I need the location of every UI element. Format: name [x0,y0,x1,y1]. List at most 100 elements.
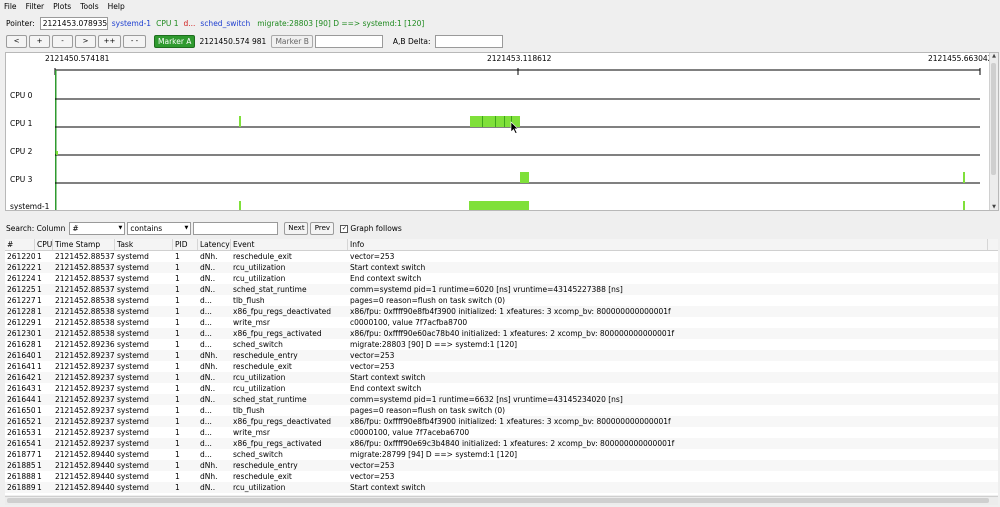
cpu2-activity [56,151,58,155]
cell-pid: 1 [175,461,180,470]
cell-pid: 1 [175,395,180,404]
table-row[interactable]: 261644 1 2121452.892371 systemd 1 dN.. sched_s… [5,394,998,405]
col-header-info[interactable]: Info [348,239,988,250]
cell-latency: d... [200,417,212,426]
col-header-index[interactable]: # [5,239,35,250]
cell-pid: 1 [175,406,180,415]
scroll-right-button[interactable]: > [75,35,96,48]
table-row[interactable]: 261641 1 2121452.892370 systemd 1 dNh. resched… [5,361,998,372]
table-row[interactable]: 261224 1 2121452.885379 systemd 1 dN.. rcu_uti… [5,273,998,284]
row-label-cpu2: CPU 2 [10,147,33,156]
zoom-in-button[interactable]: + [29,35,50,48]
cell-latency: d... [200,340,212,349]
cell-info: Start context switch [350,483,426,492]
cell-timestamp: 2121452.892370 [55,373,115,382]
cell-task: systemd [117,439,149,448]
graph-vertical-scrollbar[interactable]: ▲ ▼ [989,53,998,210]
table-row[interactable]: 261889 1 2121452.894404 systemd 1 dN.. rcu_uti… [5,482,998,493]
cell-timestamp: 2121452.892370 [55,362,115,371]
zoom-max-button[interactable]: ++ [98,35,121,48]
menu-tools[interactable]: Tools [80,2,98,11]
cell-timestamp: 2121452.892371 [55,384,115,393]
graph-follows-checkbox[interactable]: ✓ [340,224,349,233]
col-header-event[interactable]: Event [231,239,348,250]
cell-task: systemd [117,461,149,470]
table-row[interactable]: 261228 1 2121452.885381 systemd 1 d... x86_fpu… [5,306,998,317]
zoom-min-button[interactable]: - - [123,35,146,48]
cell-pid: 1 [175,340,180,349]
cell-index: 261877 [7,450,35,459]
table-row[interactable]: 261877 1 2121452.894400 systemd 1 d... sched_s… [5,449,998,460]
table-row[interactable]: 261628 1 2121452.892365 systemd 1 d... sched_s… [5,339,998,350]
scroll-left-button[interactable]: < [6,35,27,48]
marker-b-button[interactable]: Marker B [271,35,313,48]
cell-index: 261888 [7,472,35,481]
trace-graph[interactable]: 2121450.574181 2121453.118612 2121455.66… [5,52,999,211]
col-header-pid[interactable]: PID [173,239,198,250]
cell-timestamp: 2121452.892365 [55,340,115,349]
cell-event: tlb_flush [233,296,265,305]
table-row[interactable]: 261643 1 2121452.892371 systemd 1 dN.. rcu_uti… [5,383,998,394]
table-row[interactable]: 261225 1 2121452.885379 systemd 1 dN.. sched_s… [5,284,998,295]
marker-a-button[interactable]: Marker A [154,35,196,48]
table-row[interactable]: 261652 1 2121452.892373 systemd 1 d... x86_fpu… [5,416,998,427]
table-row[interactable]: 261230 1 2121452.885381 systemd 1 d... x86_fpu… [5,328,998,339]
cell-task: systemd [117,285,149,294]
ab-delta-label: A,B Delta: [392,37,431,46]
menu-help[interactable]: Help [108,2,125,11]
table-horizontal-scroll-thumb[interactable] [7,498,989,503]
cell-latency: d... [200,307,212,316]
zoom-out-button[interactable]: - [52,35,73,48]
cell-info: Start context switch [350,263,426,272]
table-row[interactable]: 261650 1 2121452.892372 systemd 1 d... tlb_flu… [5,405,998,416]
cell-timestamp: 2121452.892370 [55,351,115,360]
systemd-activity-b [469,201,529,210]
table-row[interactable]: 261885 1 2121452.894404 systemd 1 dNh. resched… [5,460,998,471]
graph-scroll-down-icon[interactable]: ▼ [990,204,998,210]
table-horizontal-scrollbar[interactable] [5,496,998,505]
table-row[interactable]: 261220 1 2121452.885378 systemd 1 dNh. resched… [5,251,998,262]
table-row[interactable]: 261888 1 2121452.894404 systemd 1 dNh. resched… [5,471,998,482]
col-header-task[interactable]: Task [115,239,173,250]
table-row[interactable]: 261227 1 2121452.885380 systemd 1 d... tlb_flu… [5,295,998,306]
col-header-latency[interactable]: Latency [198,239,231,250]
table-row[interactable]: 261229 1 2121452.885381 systemd 1 d... write_m… [5,317,998,328]
cell-event: reschedule_exit [233,252,292,261]
pointer-value-field: 2121453.078935 [39,16,108,30]
trace-graph-canvas[interactable]: 2121450.574181 2121453.118612 2121455.66… [6,53,990,210]
cell-cpu: 1 [37,384,42,393]
graph-scroll-thumb[interactable] [991,63,996,175]
cell-task: systemd [117,296,149,305]
menu-plots[interactable]: Plots [53,2,71,11]
cell-latency: d... [200,439,212,448]
table-row[interactable]: 261653 1 2121452.892373 systemd 1 d... write_m… [5,427,998,438]
cell-event: reschedule_entry [233,461,298,470]
search-prev-button[interactable]: Prev [310,222,335,235]
table-row[interactable]: 261222 1 2121452.885378 systemd 1 dN.. rcu_uti… [5,262,998,273]
cell-timestamp: 2121452.885378 [55,252,115,261]
cell-latency: dN.. [200,373,216,382]
menu-file[interactable]: File [4,2,17,11]
table-row[interactable]: 261654 1 2121452.892374 systemd 1 d... x86_fpu… [5,438,998,449]
systemd-activity-c [963,201,965,210]
col-header-cpu[interactable]: CPU [35,239,53,250]
search-input[interactable] [193,222,279,235]
marker-b-field[interactable] [314,35,383,48]
table-row[interactable]: 261640 1 2121452.892370 systemd 1 dNh. resched… [5,350,998,361]
cell-event: write_msr [233,318,270,327]
cell-latency: dN.. [200,384,216,393]
col-header-timestamp[interactable]: Time Stamp [53,239,115,250]
cell-task: systemd [117,252,149,261]
ab-delta-field[interactable] [434,35,503,48]
cell-event: sched_stat_runtime [233,285,307,294]
graph-scroll-up-icon[interactable]: ▲ [990,53,998,59]
table-row[interactable]: 261642 1 2121452.892370 systemd 1 dN.. rcu_uti… [5,372,998,383]
cpu1-activity-stripe-2 [495,116,496,127]
cell-index: 261640 [7,351,35,360]
search-column-select[interactable]: # ▼ [69,222,126,235]
search-operator-select[interactable]: contains ▼ [127,222,192,235]
menu-filter[interactable]: Filter [26,2,45,11]
cell-latency: dNh. [200,252,218,261]
search-next-button[interactable]: Next [284,222,309,235]
cell-index: 261628 [7,340,35,349]
